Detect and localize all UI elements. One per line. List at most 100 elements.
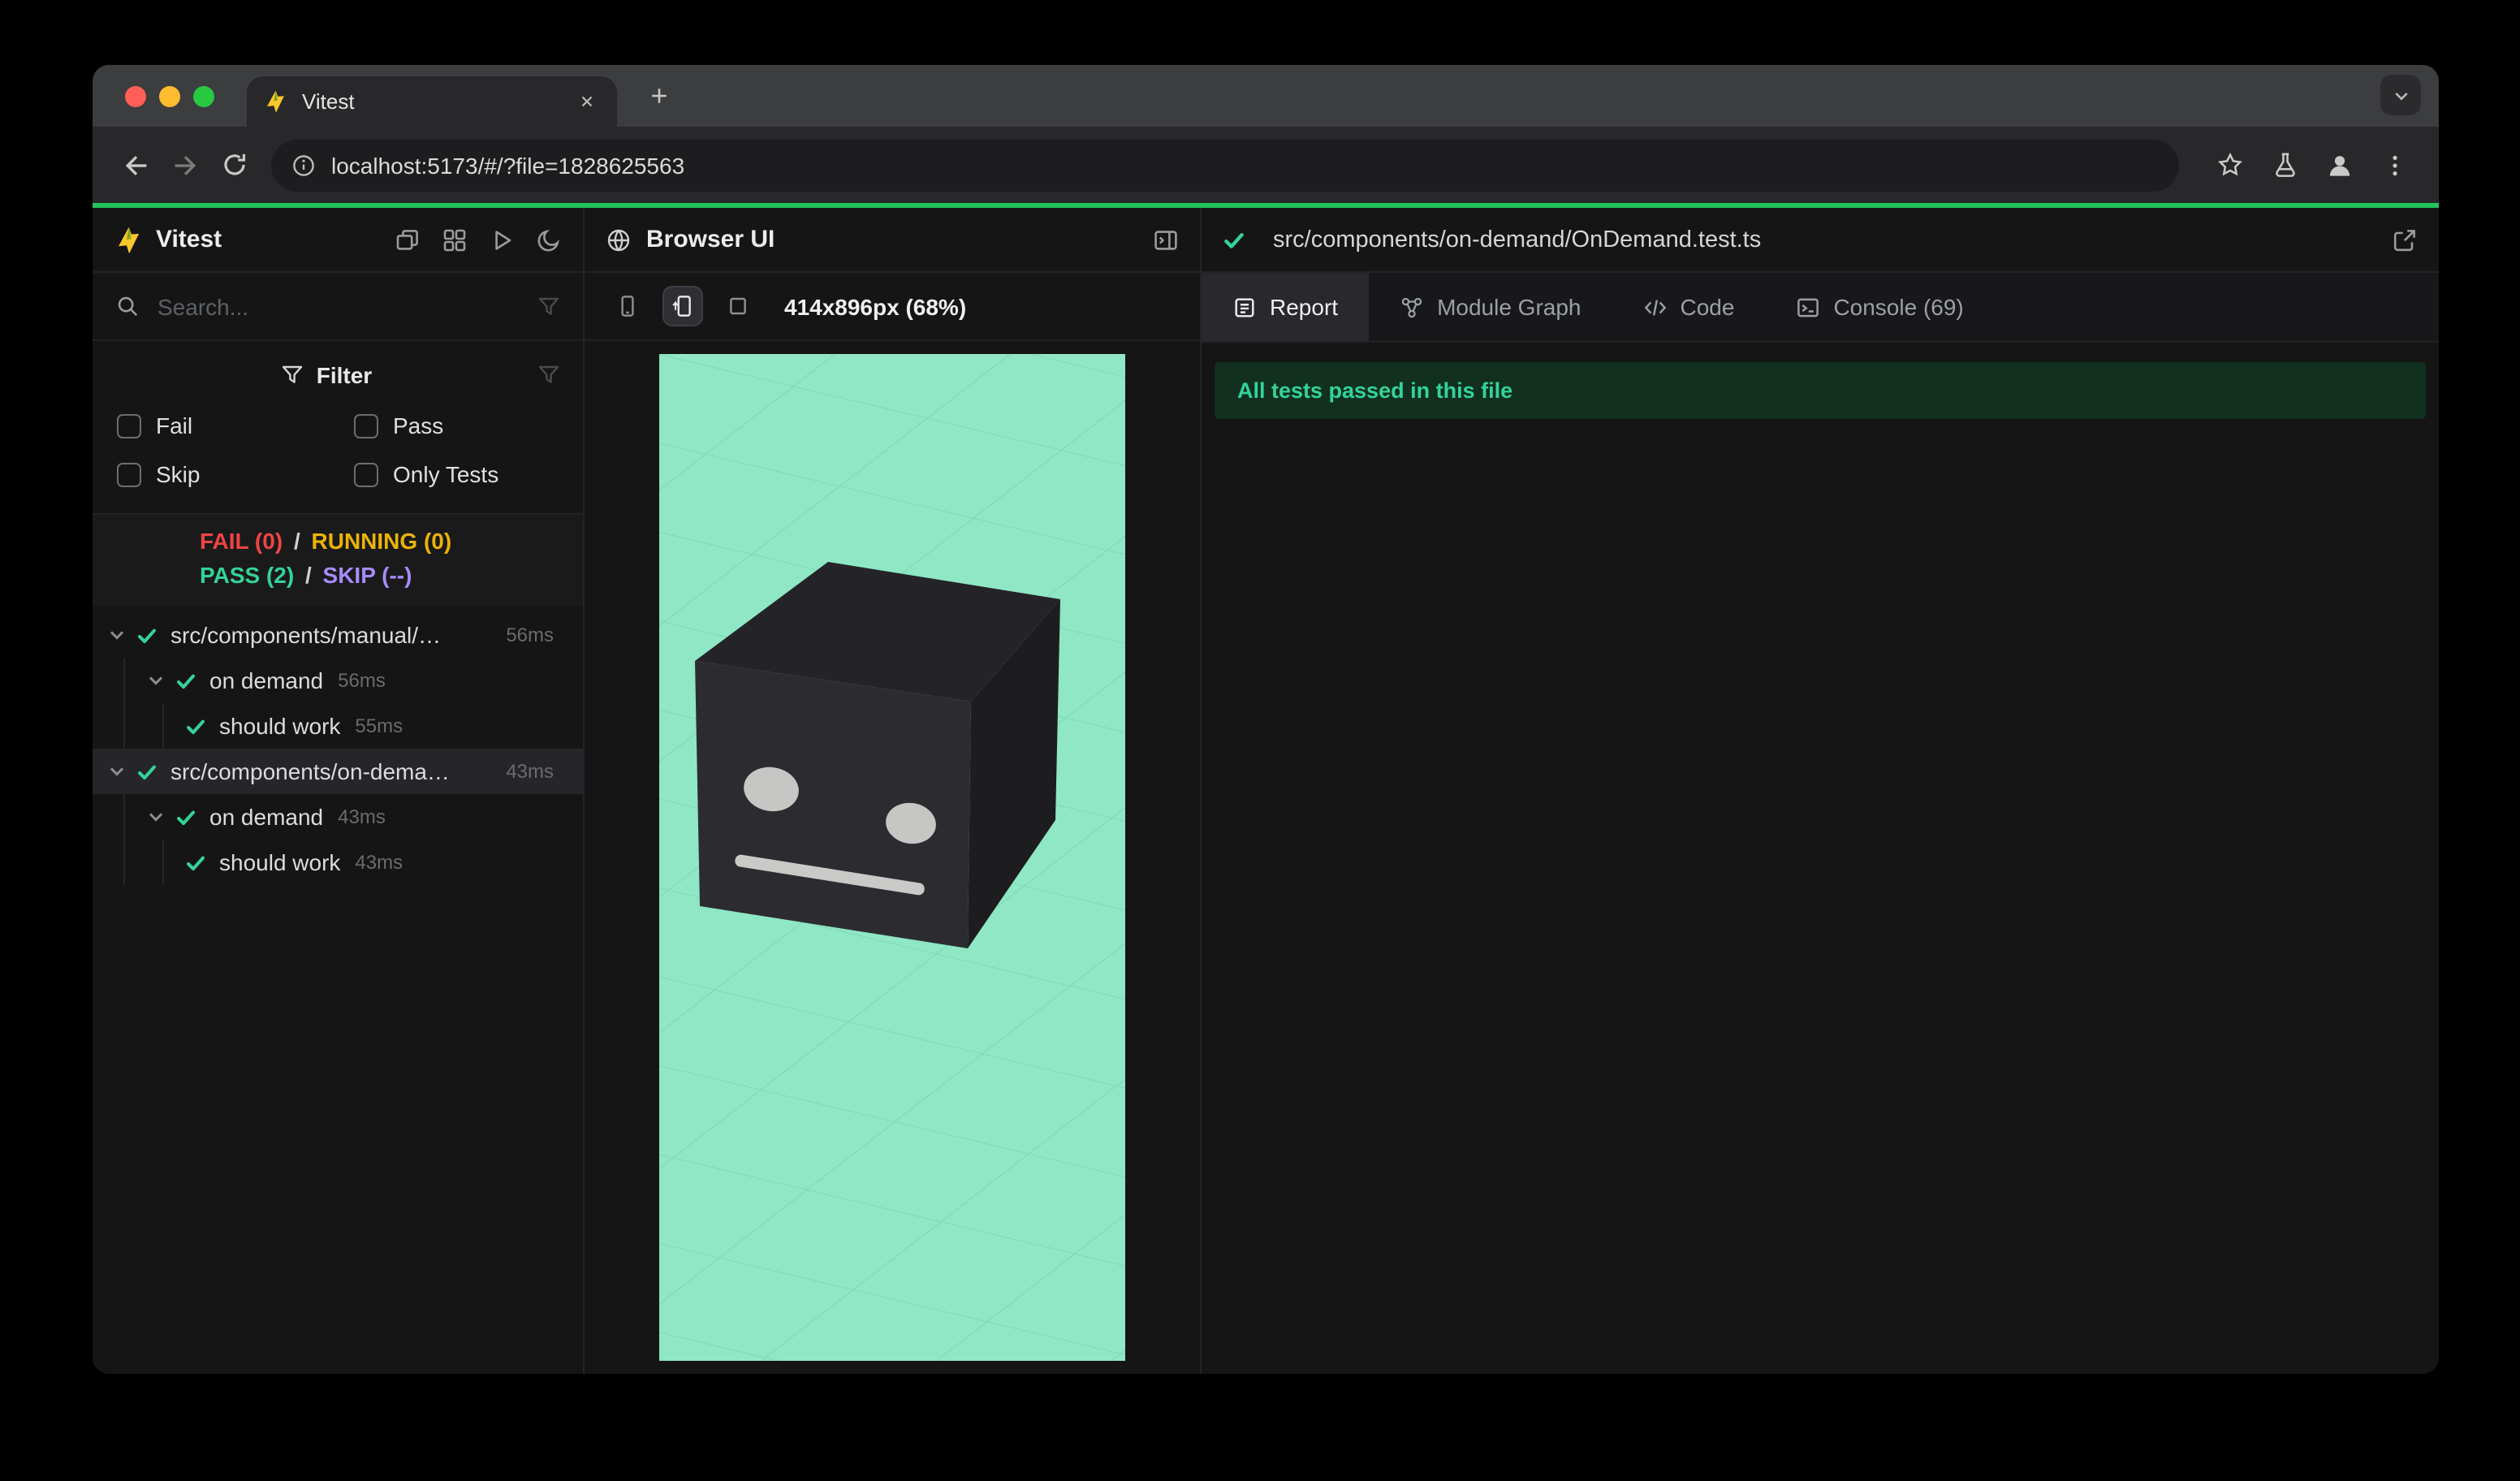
running-count: RUNNING (0) [311, 528, 452, 554]
report-tab[interactable]: Console (69) [1765, 273, 1994, 341]
test-tree-row[interactable]: on demand 43ms [93, 794, 583, 840]
filter-checkbox[interactable]: Skip [117, 461, 354, 487]
test-tree-row[interactable]: should work 43ms [93, 840, 583, 885]
vitest-favicon-icon [263, 89, 287, 114]
browser-menu-kebab-icon[interactable] [2371, 140, 2419, 189]
chevron-down-icon[interactable] [107, 625, 127, 645]
test-tree-row[interactable]: should work 55ms [93, 703, 583, 749]
test-label: on demand [209, 667, 324, 693]
pass-count: PASS (2) [200, 562, 295, 588]
zoom-window-button[interactable] [193, 85, 214, 106]
test-file-path: src/components/on-demand/OnDemand.test.t… [1273, 227, 1762, 253]
run-all-play-icon[interactable] [489, 227, 515, 253]
app-title: Vitest [156, 226, 222, 253]
close-window-button[interactable] [125, 85, 146, 106]
viewport-toolbar: 414x896px (68%) [585, 273, 1200, 341]
chevron-down-icon[interactable] [146, 671, 166, 690]
checkbox-label: Pass [393, 412, 444, 438]
dashboard-window-icon[interactable] [395, 227, 421, 253]
browser-tab[interactable]: Vitest [247, 76, 617, 127]
report-tab[interactable]: Code [1612, 273, 1766, 341]
site-info-icon[interactable] [291, 152, 317, 178]
sidebar-header: Vitest [93, 208, 583, 273]
test-duration: 55ms [355, 715, 403, 737]
tab-search-button[interactable] [2380, 75, 2421, 115]
report-tab[interactable]: Report [1202, 273, 1370, 341]
tablet-device-icon[interactable] [718, 286, 758, 326]
checkbox-box[interactable] [354, 462, 378, 486]
sidebar-actions [395, 227, 562, 253]
report-header: src/components/on-demand/OnDemand.test.t… [1202, 208, 2439, 273]
fail-count: FAIL (0) [200, 528, 283, 554]
test-duration: 43ms [506, 760, 554, 783]
address-bar[interactable]: localhost:5173/#/?file=1828625563 [271, 139, 2179, 191]
dark-mode-moon-icon[interactable] [536, 227, 562, 253]
pass-check-icon [175, 806, 196, 827]
report-tab-label: Module Graph [1437, 294, 1581, 320]
globe-icon [606, 227, 632, 253]
reload-button[interactable] [209, 140, 258, 189]
search-icon [115, 294, 140, 318]
grid-view-icon[interactable] [442, 227, 468, 253]
mobile-device-icon[interactable] [607, 286, 648, 326]
vitest-logo-icon [114, 225, 143, 254]
test-tree-row[interactable]: src/components/manual/… 56ms [93, 612, 583, 658]
search-filter-funnel-icon[interactable] [537, 295, 560, 317]
browser-window: Vitest localhost:5173/#/?file=1828625563… [93, 65, 2439, 1374]
filter-checkbox[interactable]: Fail [117, 412, 354, 438]
search-input[interactable] [154, 291, 537, 321]
search-row [93, 273, 583, 341]
open-panel-right-icon[interactable] [1153, 227, 1179, 253]
filter-options: Fail Pass Skip Only Tests [115, 412, 560, 487]
test-tree-row[interactable]: src/components/on-dema… 43ms [93, 749, 583, 794]
test-duration: 43ms [338, 805, 386, 828]
checkbox-box[interactable] [354, 413, 378, 438]
pass-check-icon [136, 761, 158, 782]
filter-checkbox[interactable]: Pass [354, 412, 560, 438]
bookmark-star-icon[interactable] [2205, 140, 2254, 189]
file-pass-check-icon [1223, 228, 1245, 251]
test-duration: 43ms [355, 851, 403, 874]
filter-clear-funnel-icon[interactable] [537, 364, 560, 386]
rotate-device-icon[interactable] [662, 286, 703, 326]
browser-ui-header: Browser UI [585, 208, 1200, 273]
report-tab[interactable]: Module Graph [1369, 273, 1612, 341]
tab-close-icon[interactable] [573, 88, 601, 115]
profile-avatar-icon[interactable] [2315, 140, 2364, 189]
filter-panel: Filter Fail Pass Skip Only Tests [93, 341, 583, 515]
summary-line-1: FAIL (0) / RUNNING (0) [200, 525, 583, 559]
preview-area [585, 341, 1200, 1374]
checkbox-box[interactable] [117, 413, 141, 438]
chevron-down-icon[interactable] [107, 762, 127, 781]
test-label: should work [219, 849, 341, 875]
back-button[interactable] [112, 140, 161, 189]
browser-ui-panel: Browser UI 414x896px (68%) [585, 208, 1202, 1374]
minimize-window-button[interactable] [159, 85, 180, 106]
module-graph-icon [1400, 295, 1424, 319]
forward-button[interactable] [161, 140, 209, 189]
test-summary: FAIL (0) / RUNNING (0) PASS (2) / SKIP (… [93, 515, 583, 606]
checkbox-label: Fail [156, 412, 193, 438]
checkbox-label: Skip [156, 461, 201, 487]
filter-header: Filter [115, 362, 560, 388]
pass-check-icon [175, 670, 196, 691]
test-tree-row[interactable]: on demand 56ms [93, 658, 583, 703]
browser-viewport-canvas[interactable] [659, 354, 1125, 1361]
pass-check-icon [136, 624, 158, 646]
test-label: src/components/on-dema… [170, 758, 450, 784]
new-tab-button[interactable] [638, 75, 680, 117]
chevron-down-icon[interactable] [146, 807, 166, 827]
report-tab-label: Report [1270, 294, 1339, 320]
summary-line-2: PASS (2) / SKIP (--) [200, 559, 583, 593]
address-bar-row: localhost:5173/#/?file=1828625563 [93, 127, 2439, 203]
labs-flask-icon[interactable] [2260, 140, 2309, 189]
open-external-icon[interactable] [2392, 227, 2418, 253]
checkbox-box[interactable] [117, 462, 141, 486]
report-tab-label: Code [1680, 294, 1735, 320]
filter-checkbox[interactable]: Only Tests [354, 461, 560, 487]
tab-title: Vitest [302, 89, 355, 114]
test-duration: 56ms [338, 669, 386, 692]
filter-funnel-icon [281, 364, 304, 386]
test-explorer-sidebar: Vitest Search... Filter Fail Pass Skip O… [93, 208, 585, 1374]
test-duration: 56ms [506, 624, 554, 646]
